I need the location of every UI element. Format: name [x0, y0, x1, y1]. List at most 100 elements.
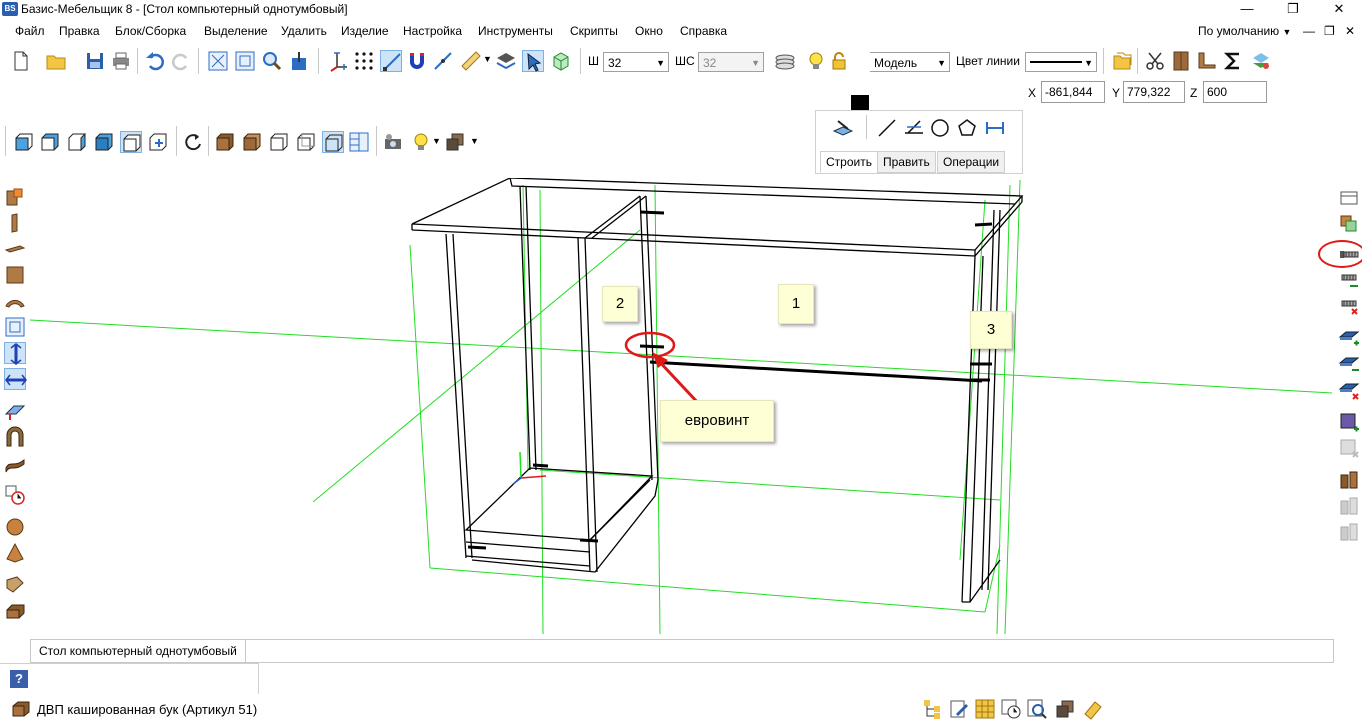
materials-icon[interactable]	[1250, 50, 1272, 72]
coord-y-field[interactable]: 779,322	[1123, 81, 1185, 103]
chevron-down-icon[interactable]: ▼	[432, 136, 441, 146]
chevron-down-icon[interactable]: ▼	[483, 54, 492, 64]
chevron-down-icon[interactable]: ▼	[470, 136, 479, 146]
view-top-icon[interactable]	[39, 131, 61, 153]
menu-tools[interactable]: Инструменты	[478, 24, 553, 38]
bent-profile-icon[interactable]	[4, 452, 26, 474]
view-right-icon[interactable]	[93, 131, 115, 153]
panel-list-icon[interactable]	[1338, 187, 1360, 209]
menu-edit[interactable]: Правка	[59, 24, 100, 38]
dimension-angle-icon[interactable]	[903, 117, 925, 139]
camera-icon[interactable]	[382, 131, 404, 153]
materials-stack-icon[interactable]	[444, 131, 466, 153]
lock-icon[interactable]	[828, 50, 850, 72]
render-wireframe-icon[interactable]	[322, 131, 344, 153]
shelf-move-icon[interactable]	[1338, 353, 1360, 375]
tab-edit[interactable]: Править	[877, 151, 936, 173]
model-tab[interactable]: Стол компьютерный однотумбовый	[31, 640, 246, 662]
line-snap-icon[interactable]	[432, 50, 454, 72]
select-cursor-icon[interactable]	[522, 50, 544, 72]
scissors-icon[interactable]	[1144, 50, 1166, 72]
green-cube-icon[interactable]	[550, 50, 572, 72]
menu-window[interactable]: Окно	[635, 24, 663, 38]
vertical-panel-icon[interactable]	[4, 212, 26, 234]
ortho-snap-icon[interactable]	[380, 50, 402, 72]
circle-tool-icon[interactable]	[929, 117, 951, 139]
menu-settings[interactable]: Настройка	[403, 24, 462, 38]
line-style-combo[interactable]: ▼	[1025, 52, 1097, 72]
mdi-minimize-icon[interactable]: —	[1303, 24, 1315, 38]
width-step-combo[interactable]: 32 ▼	[698, 52, 764, 72]
print-icon[interactable]	[110, 50, 132, 72]
ucs-axis-icon[interactable]	[327, 50, 349, 72]
box-stack-icon[interactable]	[1054, 698, 1076, 720]
menu-help[interactable]: Справка	[680, 24, 727, 38]
front-panel-icon[interactable]	[4, 264, 26, 286]
lightbulb-icon[interactable]	[805, 50, 827, 72]
render-wire-icon[interactable]	[295, 131, 317, 153]
close-icon[interactable]: ✕	[1316, 0, 1362, 20]
horizontal-size-icon[interactable]	[4, 368, 27, 390]
measure-ruler-icon[interactable]	[460, 50, 482, 72]
panel-transfer-icon[interactable]	[1338, 213, 1360, 235]
zoom-extents-icon[interactable]	[207, 50, 229, 72]
view-front-icon[interactable]	[13, 131, 35, 153]
assembly-gray-icon[interactable]	[1338, 495, 1360, 517]
light-icon[interactable]	[410, 131, 432, 153]
menu-file[interactable]: Файл	[15, 24, 45, 38]
sigma-icon[interactable]	[1222, 50, 1244, 72]
question-icon[interactable]: ?	[10, 670, 28, 688]
vertical-size-icon[interactable]	[4, 342, 26, 365]
drawer-icon[interactable]	[4, 600, 26, 622]
horizontal-panel-icon[interactable]	[4, 238, 26, 260]
preview-icon[interactable]	[1026, 698, 1048, 720]
arch-icon[interactable]	[4, 426, 26, 448]
menu-product[interactable]: Изделие	[341, 24, 389, 38]
menu-block[interactable]: Блок/Сборка	[115, 24, 186, 38]
layer-stack-icon[interactable]	[774, 50, 796, 72]
menu-select[interactable]: Выделение	[204, 24, 268, 38]
shelf-delete-icon[interactable]	[1338, 379, 1360, 401]
sphere-icon[interactable]	[4, 516, 26, 538]
block-add-icon[interactable]	[1338, 411, 1360, 433]
schedule-icon[interactable]	[1000, 698, 1022, 720]
redo-icon[interactable]	[170, 50, 192, 72]
render-hidden-icon[interactable]	[268, 131, 290, 153]
curved-panel-icon[interactable]	[4, 290, 26, 312]
save-icon[interactable]	[84, 50, 106, 72]
open-folder-icon[interactable]	[45, 50, 67, 72]
dimension-tool-icon[interactable]	[984, 117, 1006, 139]
line-tool-icon[interactable]	[876, 117, 898, 139]
view-mode-dropdown[interactable]: По умолчанию ▼	[1198, 24, 1291, 38]
render-shaded-icon[interactable]	[241, 131, 263, 153]
view-axo-icon[interactable]	[147, 131, 169, 153]
frame-panel-icon[interactable]	[4, 316, 26, 338]
undo-icon[interactable]	[144, 50, 166, 72]
tree-icon[interactable]	[922, 698, 944, 720]
minimize-icon[interactable]: —	[1224, 0, 1270, 20]
new-file-icon[interactable]	[10, 50, 32, 72]
polygon-tool-icon[interactable]	[956, 117, 978, 139]
restore-icon[interactable]: ❐	[1270, 0, 1316, 20]
cabinet-icon[interactable]	[1170, 50, 1192, 72]
grid-snap-icon[interactable]	[353, 50, 375, 72]
menu-delete[interactable]: Удалить	[281, 24, 327, 38]
screw-add-icon[interactable]	[1338, 269, 1360, 291]
shelf-add-icon[interactable]	[1338, 327, 1360, 349]
fitting-icon[interactable]	[4, 574, 26, 596]
zoom-window-icon[interactable]	[234, 50, 256, 72]
coord-z-field[interactable]: 600	[1203, 81, 1267, 103]
screw-delete-icon[interactable]	[1338, 295, 1360, 317]
folders-icon[interactable]	[1111, 50, 1133, 72]
menu-scripts[interactable]: Скрипты	[570, 24, 618, 38]
tab-operations[interactable]: Операции	[937, 151, 1006, 173]
block-delete-icon[interactable]	[1338, 437, 1360, 459]
magnet-icon[interactable]	[406, 50, 428, 72]
mdi-restore-icon[interactable]: ❐	[1324, 24, 1335, 38]
3d-viewport[interactable]: 2 1 3 евровинт	[30, 178, 1332, 634]
layers-icon[interactable]	[495, 50, 517, 72]
grid-table-icon[interactable]	[974, 698, 996, 720]
view-iso-icon[interactable]	[120, 131, 142, 153]
edit-doc-icon[interactable]	[948, 698, 970, 720]
mdi-close-icon[interactable]: ✕	[1345, 24, 1355, 38]
